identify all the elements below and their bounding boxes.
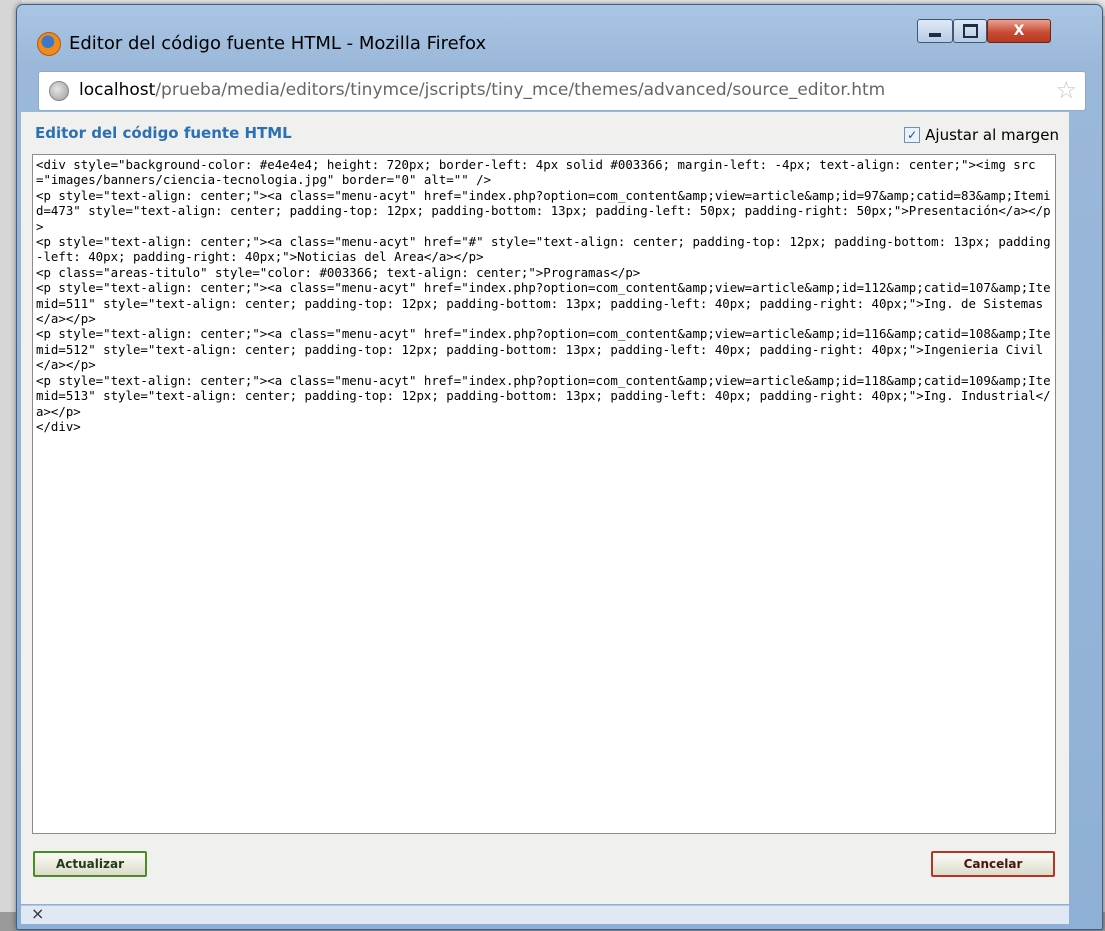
- url-host: localhost: [79, 80, 156, 100]
- update-button[interactable]: Actualizar: [33, 851, 147, 877]
- url-text[interactable]: localhost/prueba/media/editors/tinymce/j…: [79, 80, 885, 100]
- window-title: Editor del código fuente HTML - Mozilla …: [69, 33, 487, 54]
- wrap-label: Ajustar al margen: [925, 126, 1059, 144]
- editor-title: Editor del código fuente HTML: [35, 124, 292, 142]
- address-bar[interactable]: localhost/prueba/media/editors/tinymce/j…: [38, 71, 1086, 111]
- url-path: /prueba/media/editors/tinymce/jscripts/t…: [155, 80, 886, 100]
- close-icon[interactable]: ×: [31, 904, 44, 923]
- wrap-toggle[interactable]: ✓ Ajustar al margen: [904, 126, 1059, 144]
- wrap-checkbox[interactable]: ✓: [904, 127, 921, 143]
- maximize-icon: [962, 24, 978, 38]
- firefox-icon: [37, 32, 61, 56]
- maximize-button[interactable]: [953, 19, 987, 43]
- source-code-textarea[interactable]: <div style="background-color: #e4e4e4; h…: [32, 154, 1056, 834]
- close-window-button[interactable]: X: [987, 19, 1051, 43]
- minimize-icon: [929, 33, 941, 37]
- cancel-button[interactable]: Cancelar: [931, 851, 1055, 877]
- status-bar: ×: [21, 904, 1069, 924]
- editor-panel: Editor del código fuente HTML ✓ Ajustar …: [21, 112, 1069, 904]
- close-icon: X: [1013, 23, 1025, 39]
- minimize-button[interactable]: [917, 19, 953, 43]
- bookmark-star-icon[interactable]: ☆: [1055, 76, 1077, 104]
- globe-icon: [49, 81, 69, 101]
- title-bar[interactable]: Editor del código fuente HTML - Mozilla …: [17, 5, 1102, 65]
